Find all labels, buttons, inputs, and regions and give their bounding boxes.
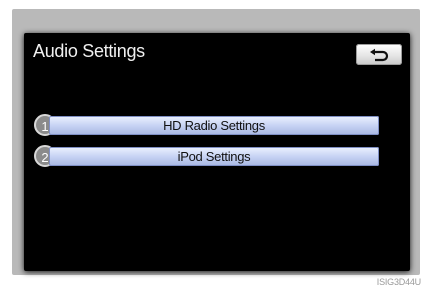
ipod-settings-button[interactable]: iPod Settings [49, 147, 379, 166]
hd-radio-settings-button[interactable]: HD Radio Settings [49, 116, 379, 135]
back-button[interactable] [356, 44, 402, 65]
screen-title: Audio Settings [33, 41, 145, 61]
image-id-label: ISIG3D44U [376, 277, 421, 287]
audio-settings-screen: Audio Settings 1 HD Radio Settings 2 iPo… [24, 33, 410, 271]
return-arrow-icon [370, 48, 389, 61]
menu-item-hd-radio-settings[interactable]: 1 HD Radio Settings [34, 114, 380, 138]
menu-item-ipod-settings[interactable]: 2 iPod Settings [34, 145, 380, 169]
